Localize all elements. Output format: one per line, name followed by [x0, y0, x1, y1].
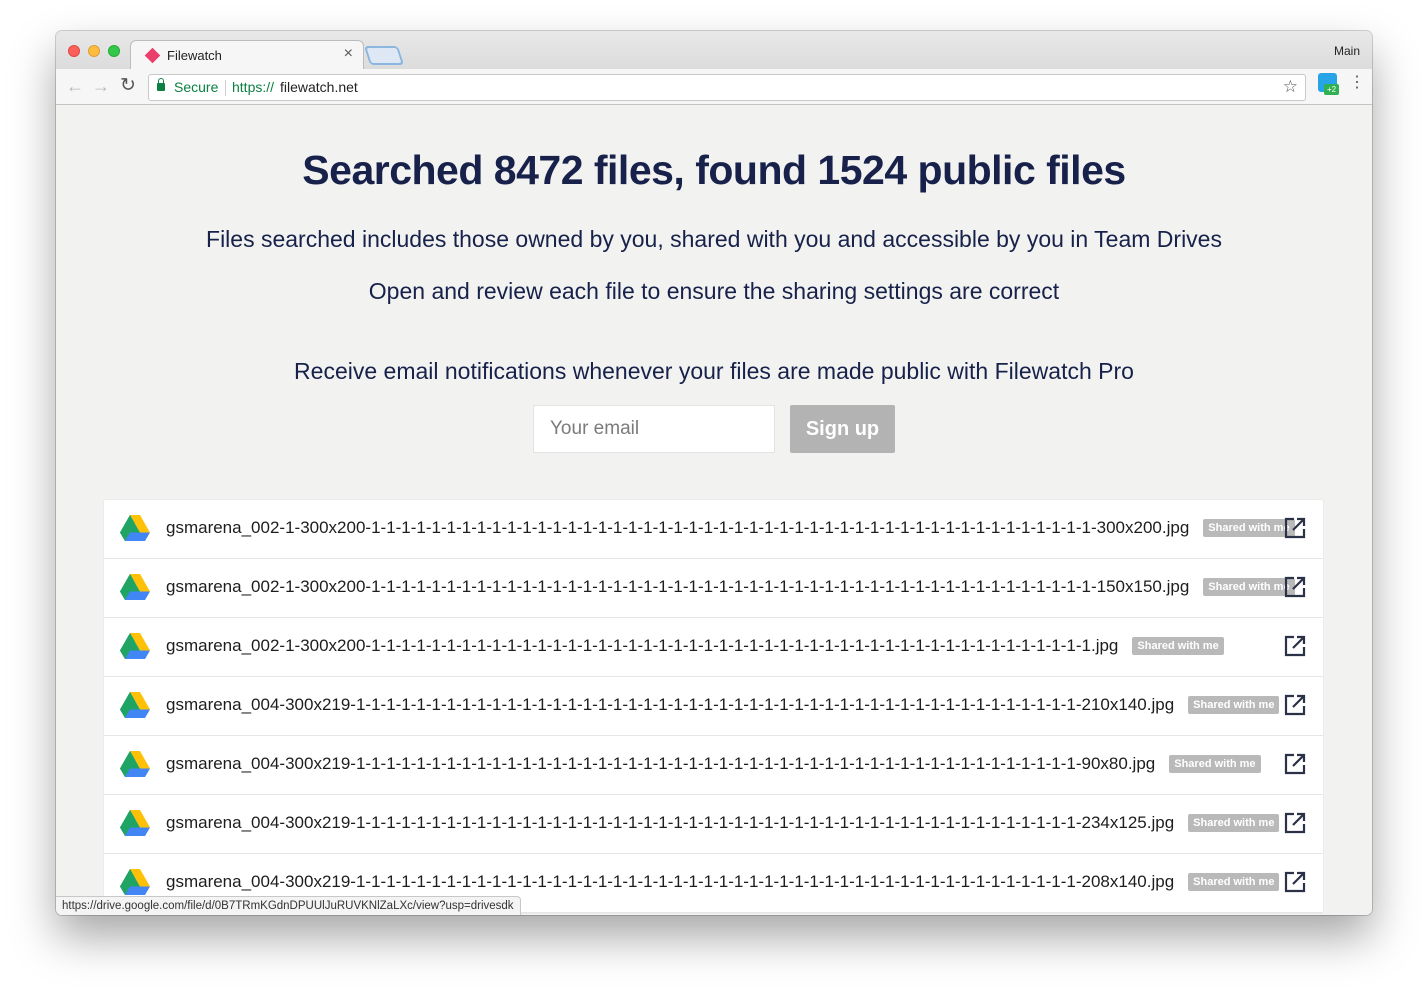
minimize-window-button[interactable]: [88, 45, 100, 57]
file-name[interactable]: gsmarena_002-1-300x200-1-1-1-1-1-1-1-1-1…: [166, 518, 1295, 538]
tab-filewatch[interactable]: Filewatch ×: [130, 40, 364, 70]
back-arrow-icon[interactable]: ←: [66, 76, 84, 96]
open-external-icon[interactable]: [1284, 694, 1306, 716]
google-drive-icon: [120, 692, 150, 718]
secure-label: Secure: [174, 79, 219, 95]
search-scope-text: Files searched includes those owned by y…: [206, 226, 1222, 252]
shared-with-me-badge: Shared with me: [1203, 578, 1295, 596]
url-divider: [225, 80, 226, 96]
forward-arrow-icon[interactable]: →: [92, 76, 110, 96]
file-name[interactable]: gsmarena_004-300x219-1-1-1-1-1-1-1-1-1-1…: [166, 813, 1280, 833]
tab-close-icon[interactable]: ×: [344, 45, 353, 63]
reload-icon[interactable]: ↻: [120, 76, 136, 96]
open-external-icon[interactable]: [1284, 871, 1306, 893]
browser-menu-icon[interactable]: ⋮: [1349, 75, 1365, 91]
file-row[interactable]: gsmarena_004-300x219-1-1-1-1-1-1-1-1-1-1…: [104, 795, 1323, 854]
google-drive-icon: [120, 515, 150, 541]
file-name-text: gsmarena_002-1-300x200-1-1-1-1-1-1-1-1-1…: [166, 577, 1190, 596]
file-name-text: gsmarena_004-300x219-1-1-1-1-1-1-1-1-1-1…: [166, 813, 1175, 832]
file-name-text: gsmarena_004-300x219-1-1-1-1-1-1-1-1-1-1…: [166, 872, 1175, 891]
open-external-icon[interactable]: [1284, 812, 1306, 834]
browser-toolbar: ← → ↻ Secure https:// filewatch.net ☆: [56, 69, 1372, 105]
google-drive-icon: [120, 633, 150, 659]
url-scheme: https://: [232, 79, 275, 95]
file-row[interactable]: gsmarena_002-1-300x200-1-1-1-1-1-1-1-1-1…: [104, 500, 1323, 559]
signup-button[interactable]: Sign up: [790, 405, 895, 453]
status-bar-url: https://drive.google.com/file/d/0B7TRmKG…: [56, 896, 521, 915]
profile-name[interactable]: Main: [1334, 44, 1360, 58]
file-name-text: gsmarena_002-1-300x200-1-1-1-1-1-1-1-1-1…: [166, 636, 1119, 655]
file-name[interactable]: gsmarena_004-300x219-1-1-1-1-1-1-1-1-1-1…: [166, 695, 1280, 715]
close-window-button[interactable]: [68, 45, 80, 57]
file-name[interactable]: gsmarena_004-300x219-1-1-1-1-1-1-1-1-1-1…: [166, 872, 1280, 892]
bookmark-star-icon[interactable]: ☆: [1283, 77, 1298, 97]
filewatch-favicon-icon: [144, 47, 161, 64]
shared-with-me-badge: Shared with me: [1188, 873, 1280, 891]
tab-title: Filewatch: [167, 48, 222, 63]
open-external-icon[interactable]: [1284, 635, 1306, 657]
lock-icon: [157, 78, 165, 91]
file-row[interactable]: gsmarena_004-300x219-1-1-1-1-1-1-1-1-1-1…: [104, 736, 1323, 795]
email-input[interactable]: [533, 405, 775, 453]
file-row[interactable]: gsmarena_002-1-300x200-1-1-1-1-1-1-1-1-1…: [104, 559, 1323, 618]
shared-with-me-badge: Shared with me: [1169, 755, 1261, 773]
google-drive-icon: [120, 869, 150, 895]
browser-window: Filewatch × Main ← → ↻ Secure https:// f…: [56, 31, 1372, 915]
url-host: filewatch.net: [280, 79, 358, 95]
new-tab-button[interactable]: [363, 46, 405, 65]
zoom-window-button[interactable]: [108, 45, 120, 57]
open-external-icon[interactable]: [1284, 517, 1306, 539]
file-name[interactable]: gsmarena_004-300x219-1-1-1-1-1-1-1-1-1-1…: [166, 754, 1261, 774]
page-content: Searched 8472 files, found 1524 public f…: [56, 106, 1372, 915]
file-name-text: gsmarena_004-300x219-1-1-1-1-1-1-1-1-1-1…: [166, 695, 1175, 714]
open-external-icon[interactable]: [1284, 753, 1306, 775]
review-instruction-text: Open and review each file to ensure the …: [368, 278, 1060, 304]
google-drive-icon: [120, 574, 150, 600]
file-name[interactable]: gsmarena_002-1-300x200-1-1-1-1-1-1-1-1-1…: [166, 577, 1295, 597]
file-name-text: gsmarena_004-300x219-1-1-1-1-1-1-1-1-1-1…: [166, 754, 1156, 773]
title-bar: Filewatch × Main: [56, 31, 1372, 70]
file-row[interactable]: gsmarena_004-300x219-1-1-1-1-1-1-1-1-1-1…: [104, 677, 1323, 736]
google-drive-icon: [120, 810, 150, 836]
shared-with-me-badge: Shared with me: [1132, 637, 1224, 655]
pro-promo-text: Receive email notifications whenever you…: [294, 358, 1134, 384]
shared-with-me-badge: Shared with me: [1188, 696, 1280, 714]
shared-with-me-badge: Shared with me: [1203, 519, 1295, 537]
file-row[interactable]: gsmarena_002-1-300x200-1-1-1-1-1-1-1-1-1…: [104, 618, 1323, 677]
address-bar[interactable]: Secure https:// filewatch.net ☆: [148, 74, 1306, 101]
google-drive-icon: [120, 751, 150, 777]
open-external-icon[interactable]: [1284, 576, 1306, 598]
page-title: Searched 8472 files, found 1524 public f…: [302, 147, 1126, 193]
public-files-list: gsmarena_002-1-300x200-1-1-1-1-1-1-1-1-1…: [103, 499, 1324, 914]
shared-with-me-badge: Shared with me: [1188, 814, 1280, 832]
file-name[interactable]: gsmarena_002-1-300x200-1-1-1-1-1-1-1-1-1…: [166, 636, 1224, 656]
extension-badge: +2: [1324, 84, 1339, 95]
file-name-text: gsmarena_002-1-300x200-1-1-1-1-1-1-1-1-1…: [166, 518, 1190, 537]
